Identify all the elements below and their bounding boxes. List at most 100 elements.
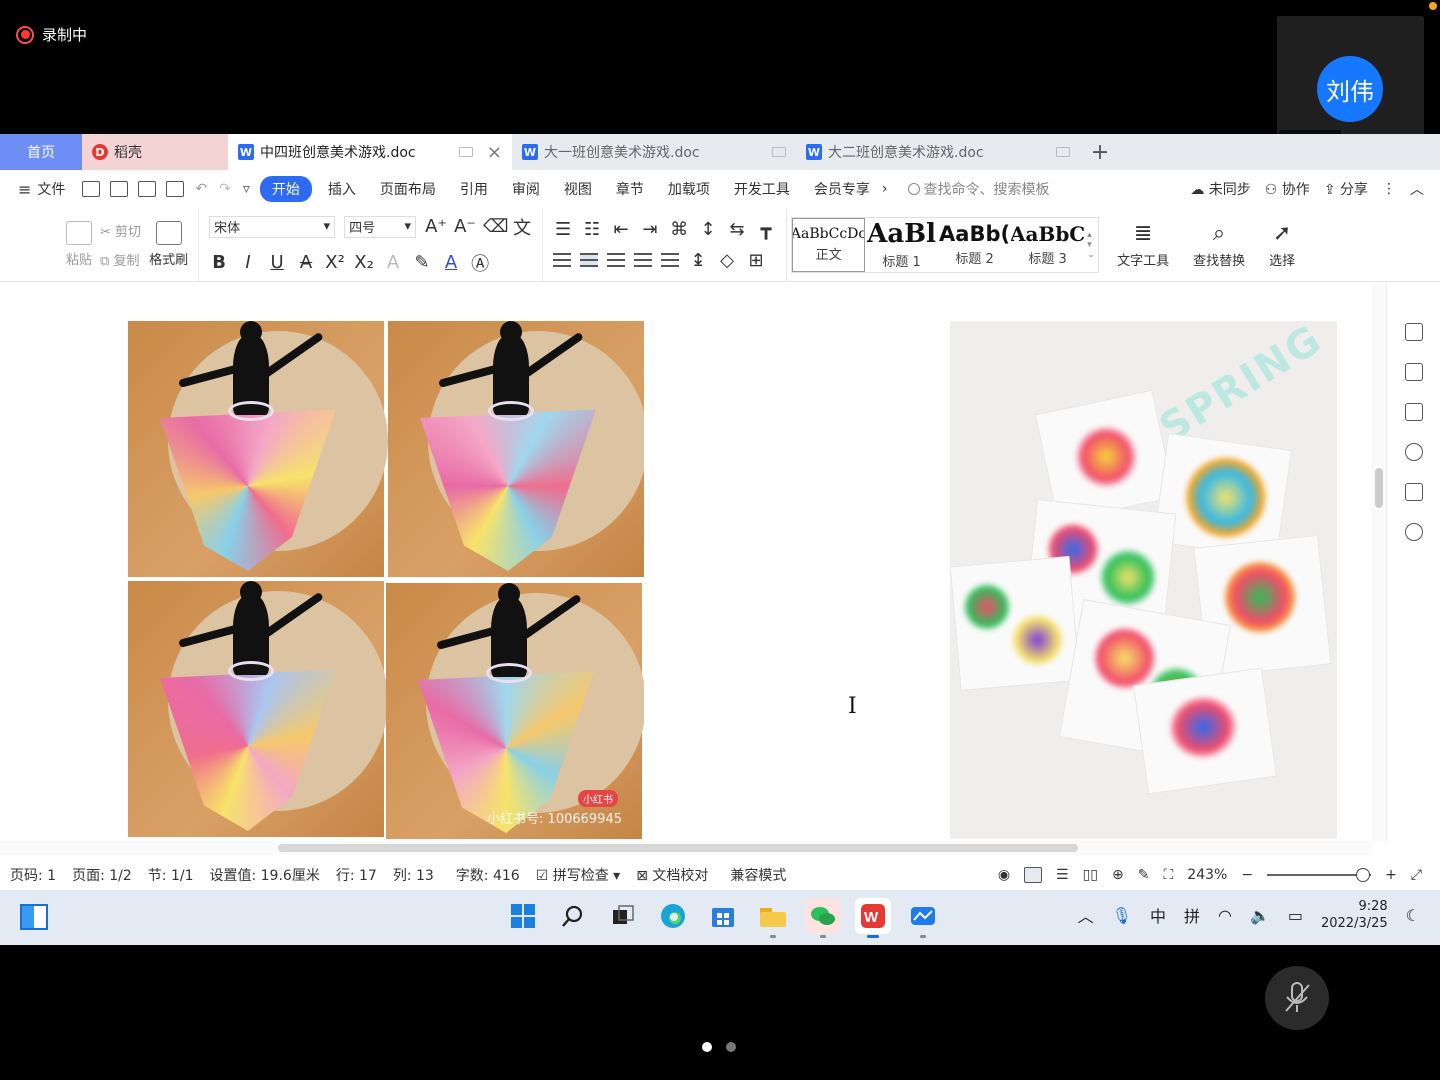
reading-view-icon[interactable]: ▯▯ bbox=[1083, 867, 1098, 883]
export-pdf-icon[interactable] bbox=[110, 181, 129, 197]
ime-language[interactable]: 中 bbox=[1150, 903, 1166, 927]
strikethrough-icon[interactable]: A bbox=[296, 252, 316, 273]
write-mode-icon[interactable]: ✎ bbox=[1138, 867, 1150, 883]
shrink-font-icon[interactable]: A⁻ bbox=[454, 216, 476, 237]
tie-dye-napkins-image[interactable]: SPRING bbox=[949, 316, 1337, 839]
sort-icon[interactable]: ↕ bbox=[698, 219, 718, 240]
find-replace-button[interactable]: ⌕ 查找替换 bbox=[1193, 221, 1245, 269]
status-page[interactable]: 页面: 1/2 bbox=[72, 865, 132, 885]
battery-icon[interactable]: ▭ bbox=[1288, 906, 1303, 925]
menu-chapter[interactable]: 章节 bbox=[604, 179, 656, 199]
style-heading-3[interactable]: AaBbC 标题 3 bbox=[1011, 218, 1084, 272]
borders-icon[interactable]: ⊞ bbox=[746, 250, 766, 271]
line-spacing-icon[interactable]: ↨ bbox=[688, 250, 708, 271]
tab-home[interactable]: 首页 bbox=[0, 134, 82, 170]
zoom-slider[interactable] bbox=[1267, 868, 1372, 882]
meeting-app-button[interactable] bbox=[905, 898, 941, 938]
volume-icon[interactable]: 🔈 bbox=[1250, 906, 1270, 925]
edge-browser-button[interactable] bbox=[655, 898, 691, 934]
undo-icon[interactable]: ↶ bbox=[195, 181, 207, 197]
clock[interactable]: 9:28 2022/3/25 bbox=[1321, 898, 1388, 932]
collaborate-button[interactable]: ⚇ 协作 bbox=[1265, 179, 1310, 199]
zoom-slider-knob[interactable] bbox=[1355, 868, 1370, 882]
distributed-icon[interactable] bbox=[661, 253, 680, 267]
share-button[interactable]: ⇪ 分享 bbox=[1324, 179, 1368, 199]
font-name-select[interactable]: 宋体 ▾ bbox=[209, 215, 336, 238]
style-normal[interactable]: AaBbCcDc 正文 bbox=[792, 217, 866, 272]
page-view-icon[interactable] bbox=[1024, 867, 1043, 883]
outline-view-icon[interactable]: ☰ bbox=[1056, 867, 1069, 883]
task-view-button[interactable] bbox=[605, 898, 641, 934]
highlight-icon[interactable]: ✎ bbox=[412, 252, 432, 273]
style-heading-1[interactable]: AaBl 标题 1 bbox=[865, 218, 938, 272]
vertical-scrollbar[interactable] bbox=[1372, 283, 1386, 841]
customize-icon[interactable]: ▿ bbox=[243, 181, 250, 197]
style-heading-2[interactable]: AaBb( 标题 2 bbox=[938, 218, 1011, 272]
tray-expand-icon[interactable]: ︿ bbox=[1078, 903, 1094, 927]
microphone-icon[interactable]: 🎙 bbox=[1112, 906, 1132, 925]
char-border-icon[interactable]: Ⓐ bbox=[470, 250, 490, 276]
wifi-icon[interactable]: ◠ bbox=[1218, 906, 1232, 925]
bold-icon[interactable]: B bbox=[209, 252, 229, 273]
paste-button[interactable]: 粘贴 bbox=[66, 221, 92, 268]
justify-icon[interactable] bbox=[634, 253, 653, 267]
tab-document-3[interactable]: W 大二班创意美术游戏.doc bbox=[796, 134, 1080, 170]
focus-assist-icon[interactable]: ☾ bbox=[1406, 906, 1420, 925]
superscript-icon[interactable]: X² bbox=[325, 252, 345, 273]
mute-microphone-button[interactable] bbox=[1265, 966, 1329, 1030]
menu-references[interactable]: 引用 bbox=[448, 179, 500, 199]
text-direction-icon[interactable]: ⇆ bbox=[727, 219, 747, 240]
select-button[interactable]: ➚ 选择 bbox=[1269, 221, 1295, 269]
increase-indent-icon[interactable]: ⇥ bbox=[640, 219, 660, 240]
fit-page-icon[interactable]: ⛶ bbox=[1163, 867, 1173, 883]
spell-check-button[interactable]: ☑ 拼写检查 ▾ bbox=[536, 865, 621, 885]
sliders-icon[interactable] bbox=[1404, 403, 1423, 421]
status-word-count[interactable]: 字数: 416 bbox=[456, 865, 520, 885]
print-icon[interactable] bbox=[138, 181, 157, 197]
web-view-icon[interactable]: ⊕ bbox=[1112, 867, 1124, 883]
tab-pin-icon[interactable] bbox=[1056, 147, 1070, 157]
new-tab-button[interactable]: + bbox=[1080, 134, 1120, 170]
ballerina-collage-image[interactable]: 小红书 小红书号: 100669945 bbox=[128, 321, 644, 839]
print-preview-icon[interactable] bbox=[166, 181, 185, 197]
page-dot-active[interactable] bbox=[702, 1042, 712, 1052]
scroll-thumb[interactable] bbox=[1375, 468, 1383, 508]
clear-format-icon[interactable]: ⌫ bbox=[483, 216, 508, 237]
text-tools-button[interactable]: ≣ 文字工具 bbox=[1117, 221, 1169, 269]
image-tool-icon[interactable] bbox=[1404, 483, 1423, 501]
collapse-ribbon-icon[interactable]: ︿ bbox=[1410, 179, 1424, 199]
decrease-indent-icon[interactable]: ⇤ bbox=[611, 219, 631, 240]
proofread-button[interactable]: ⊠ 文档校对 bbox=[636, 865, 708, 885]
help-icon[interactable] bbox=[1404, 443, 1423, 461]
eye-protection-icon[interactable]: ◉ bbox=[998, 867, 1010, 883]
numbering-icon[interactable]: ☷ bbox=[582, 219, 602, 240]
menu-view[interactable]: 视图 bbox=[552, 179, 604, 199]
font-color-icon[interactable]: A bbox=[441, 252, 461, 273]
wps-button[interactable]: W bbox=[855, 898, 891, 938]
align-left-icon[interactable] bbox=[553, 253, 572, 267]
cursor-icon[interactable] bbox=[1404, 363, 1423, 381]
fullscreen-icon[interactable]: ⤢ bbox=[1411, 867, 1422, 883]
zoom-out-icon[interactable]: − bbox=[1241, 867, 1253, 883]
start-button[interactable] bbox=[505, 898, 541, 934]
menu-page-layout[interactable]: 页面布局 bbox=[368, 179, 448, 199]
search-button[interactable] bbox=[555, 898, 591, 934]
store-button[interactable] bbox=[705, 898, 741, 934]
scroll-thumb[interactable] bbox=[278, 844, 1078, 852]
cut-button[interactable]: ✂ 剪切 bbox=[100, 221, 141, 240]
menu-more-icon[interactable]: › bbox=[882, 181, 888, 197]
align-right-icon[interactable] bbox=[607, 253, 626, 267]
pen-icon[interactable] bbox=[1404, 323, 1423, 341]
tab-pin-icon[interactable] bbox=[458, 147, 473, 157]
sync-status[interactable]: ☁ 未同步 bbox=[1190, 179, 1250, 199]
menu-start[interactable]: 开始 bbox=[259, 176, 312, 202]
hamburger-icon[interactable]: ≡ bbox=[18, 180, 31, 199]
command-search[interactable]: 查找命令、搜索模板 bbox=[907, 179, 1050, 199]
menu-file[interactable]: 文件 bbox=[37, 179, 77, 199]
tab-close-icon[interactable]: × bbox=[487, 142, 502, 163]
style-gallery-scroll[interactable]: ▴ ▾ ⌄ bbox=[1084, 230, 1098, 260]
file-explorer-button[interactable] bbox=[755, 898, 791, 938]
ime-mode[interactable]: 拼 bbox=[1184, 903, 1200, 927]
tab-document-1[interactable]: W 中四班创意美术游戏.doc × bbox=[228, 134, 512, 170]
tab-pin-icon[interactable] bbox=[772, 147, 786, 157]
